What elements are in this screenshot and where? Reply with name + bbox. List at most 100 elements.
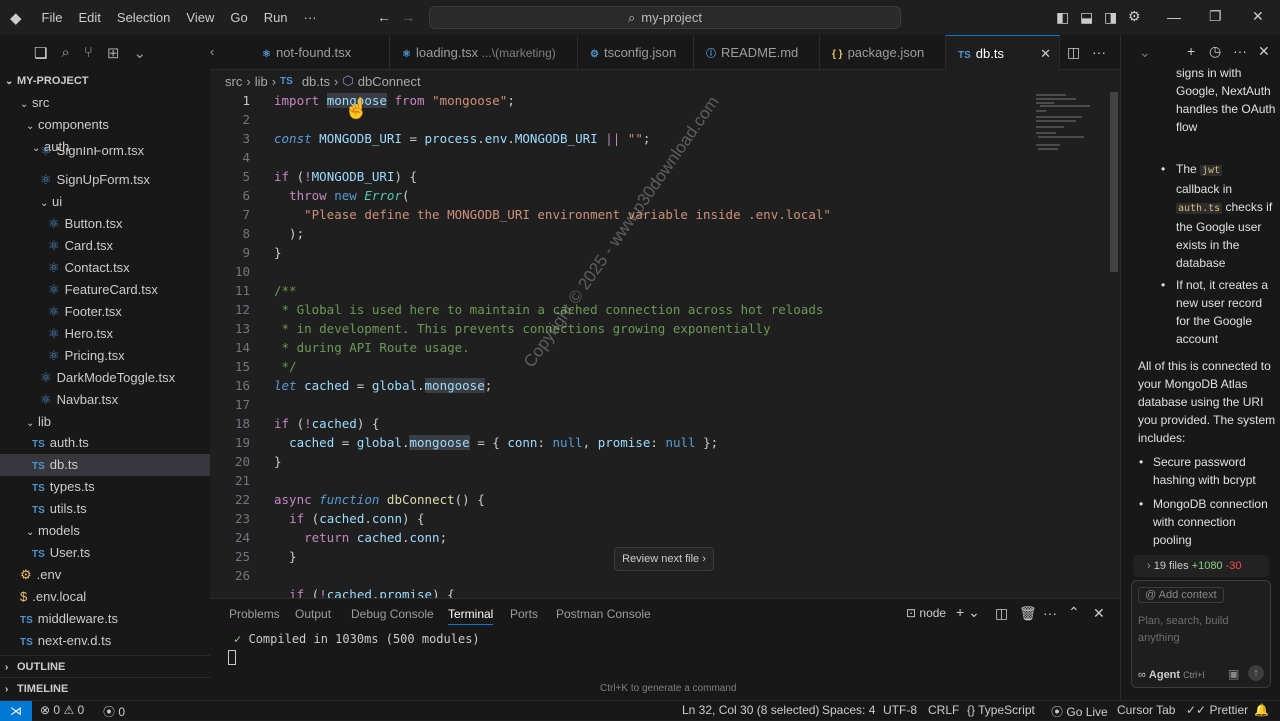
file-item[interactable]: ⚛ DarkModeToggle.tsx	[0, 367, 210, 389]
split-editor-icon[interactable]: ◫	[1067, 44, 1080, 61]
tab-terminal[interactable]: Terminal	[448, 607, 494, 625]
extensions-icon[interactable]: ⊞	[107, 44, 120, 62]
cursor-tab-toggle[interactable]: Cursor Tab	[1117, 703, 1175, 717]
menu-file[interactable]: File	[34, 0, 71, 35]
folder-item[interactable]: ⌄ lib	[0, 411, 210, 433]
tab-readme[interactable]: ⓘ README.md	[694, 35, 820, 70]
minimap[interactable]	[1034, 92, 1106, 162]
files-icon[interactable]: ❏	[34, 44, 47, 62]
send-icon[interactable]: ↑	[1248, 665, 1264, 681]
toggle-secondary-sidebar-icon[interactable]: ◨	[1104, 9, 1117, 26]
chevron-down-icon[interactable]: ⌄	[133, 44, 146, 62]
menu-selection[interactable]: Selection	[109, 0, 178, 35]
tab-tsconfig[interactable]: ⚙ tsconfig.json	[578, 35, 694, 70]
file-item[interactable]: $ .env.local	[0, 586, 210, 608]
folder-item[interactable]: ⌄ src	[0, 92, 210, 114]
folder-item[interactable]: ⌄ models	[0, 520, 210, 542]
tab-not-found[interactable]: ⚛ not-found.tsx	[250, 35, 390, 70]
timeline-section[interactable]: › TIMELINE	[0, 677, 210, 699]
forward-arrow-icon[interactable]: →	[401, 9, 415, 25]
file-item[interactable]: ⚛ Card.tsx	[0, 235, 210, 257]
problems-indicator[interactable]: ⊗ 0 ⚠ 0	[40, 703, 84, 717]
back-arrow-icon[interactable]: ←	[377, 9, 391, 25]
language-mode[interactable]: {} TypeScript	[967, 703, 1035, 717]
menu-go[interactable]: Go	[222, 0, 255, 35]
settings-gear-icon[interactable]: ⚙	[1128, 8, 1141, 25]
breadcrumb-file[interactable]: db.ts	[302, 74, 330, 89]
file-item[interactable]: ⚛ Hero.tsx	[0, 323, 210, 345]
scrollbar-thumb[interactable]	[1110, 92, 1118, 272]
tab-postman-console[interactable]: Postman Console	[556, 607, 651, 621]
file-item[interactable]: ⚛ Contact.tsx	[0, 257, 210, 279]
toggle-sidebar-icon[interactable]: ◧	[1056, 9, 1069, 26]
tab-package-json[interactable]: { } package.json	[820, 35, 946, 70]
close-tab-icon[interactable]: ✕	[1040, 36, 1051, 70]
prettier-status[interactable]: ✓✓ Prettier	[1186, 703, 1248, 717]
go-live-button[interactable]: ⦿ Go Live	[1051, 703, 1108, 720]
maximize-panel-icon[interactable]: ⌃	[1068, 604, 1080, 621]
chevron-down-icon[interactable]: ⌄	[1139, 44, 1151, 61]
tab-ports[interactable]: Ports	[510, 607, 538, 621]
file-item[interactable]: TS next-env.d.ts	[0, 630, 210, 652]
folder-item[interactable]: ⌄ ui	[0, 191, 210, 213]
terminal-output[interactable]: ✓ Compiled in 1030ms (500 modules)	[234, 632, 480, 646]
changed-files-summary[interactable]: › 19 files +1080 -30	[1133, 555, 1269, 577]
menu-view[interactable]: View	[178, 0, 222, 35]
encoding[interactable]: UTF-8	[883, 703, 917, 717]
minimize-icon[interactable]: —	[1167, 9, 1181, 25]
file-item[interactable]: TS utils.ts	[0, 498, 210, 520]
menu-edit[interactable]: Edit	[71, 0, 109, 35]
toggle-panel-icon[interactable]: ⬓	[1080, 9, 1093, 26]
tab-debug-console[interactable]: Debug Console	[351, 607, 434, 621]
review-next-file-button[interactable]: Review next file ›	[614, 547, 714, 571]
remote-indicator[interactable]: ⋊	[0, 701, 32, 721]
folder-item[interactable]: ⌄ components	[0, 114, 210, 136]
breadcrumb-lib[interactable]: lib	[255, 74, 268, 89]
tab-db-ts[interactable]: TS db.ts ✕	[946, 35, 1060, 70]
close-chat-icon[interactable]: ✕	[1258, 43, 1270, 60]
tab-output[interactable]: Output	[295, 607, 331, 621]
file-item[interactable]: TS middleware.ts	[0, 608, 210, 630]
search-view-icon[interactable]: ⌕	[61, 44, 69, 61]
more-actions-icon[interactable]: ···	[1233, 43, 1247, 59]
menu-run[interactable]: Run	[256, 0, 296, 35]
file-item[interactable]: ⚛ SignUpForm.tsx	[0, 169, 210, 191]
tab-problems[interactable]: Problems	[229, 607, 280, 621]
file-item[interactable]: ⚛ FeatureCard.tsx	[0, 279, 210, 301]
scroll-left-icon[interactable]: ‹	[210, 44, 214, 59]
new-terminal-icon[interactable]: + ⌄	[956, 604, 980, 621]
maximize-icon[interactable]: ❐	[1209, 8, 1222, 25]
chat-input-box[interactable]: @ Add context Plan, search, build anythi…	[1131, 580, 1271, 688]
terminal-shell-selector[interactable]: ⊡ node	[906, 606, 946, 620]
file-item[interactable]: TS auth.ts	[0, 432, 210, 454]
agent-mode-selector[interactable]: ∞ Agent Ctrl+I	[1138, 669, 1205, 681]
file-item[interactable]: ⚛ Pricing.tsx	[0, 345, 210, 367]
ports-indicator[interactable]: ⦿ 0	[103, 703, 125, 720]
new-chat-icon[interactable]: +	[1187, 43, 1195, 59]
file-item[interactable]: ⚛ SignInForm.tsx	[0, 147, 210, 159]
outline-section[interactable]: › OUTLINE	[0, 655, 210, 677]
file-item[interactable]: ⚛ Navbar.tsx	[0, 389, 210, 411]
file-item[interactable]: TS db.ts	[0, 454, 210, 476]
file-item[interactable]: ⚛ Button.tsx	[0, 213, 210, 235]
add-context-button[interactable]: @ Add context	[1138, 587, 1224, 603]
more-actions-icon[interactable]: ···	[1043, 605, 1057, 621]
close-window-icon[interactable]: ✕	[1252, 8, 1264, 25]
file-item[interactable]: ⚛ Footer.tsx	[0, 301, 210, 323]
cursor-position[interactable]: Ln 32, Col 30 (8 selected)	[682, 703, 819, 717]
notifications-bell-icon[interactable]: 🔔	[1254, 703, 1269, 717]
line-ending[interactable]: CRLF	[928, 703, 959, 717]
indentation[interactable]: Spaces: 4	[822, 703, 875, 717]
tab-loading[interactable]: ⚛ loading.tsx ...\(marketing)	[390, 35, 578, 70]
image-icon[interactable]: ▣	[1228, 667, 1239, 681]
explorer-title[interactable]: ⌄ MY-PROJECT	[0, 70, 210, 92]
split-terminal-icon[interactable]: ◫	[995, 605, 1008, 622]
breadcrumb-symbol[interactable]: dbConnect	[358, 74, 421, 89]
chat-input[interactable]: Plan, search, build anything	[1138, 613, 1248, 647]
file-item[interactable]: TS types.ts	[0, 476, 210, 498]
breadcrumb-src[interactable]: src	[225, 74, 242, 89]
more-actions-icon[interactable]: ···	[1092, 44, 1106, 60]
close-panel-icon[interactable]: ✕	[1093, 605, 1105, 622]
menu-more[interactable]: ···	[296, 0, 325, 35]
history-icon[interactable]: ◷	[1209, 43, 1221, 60]
